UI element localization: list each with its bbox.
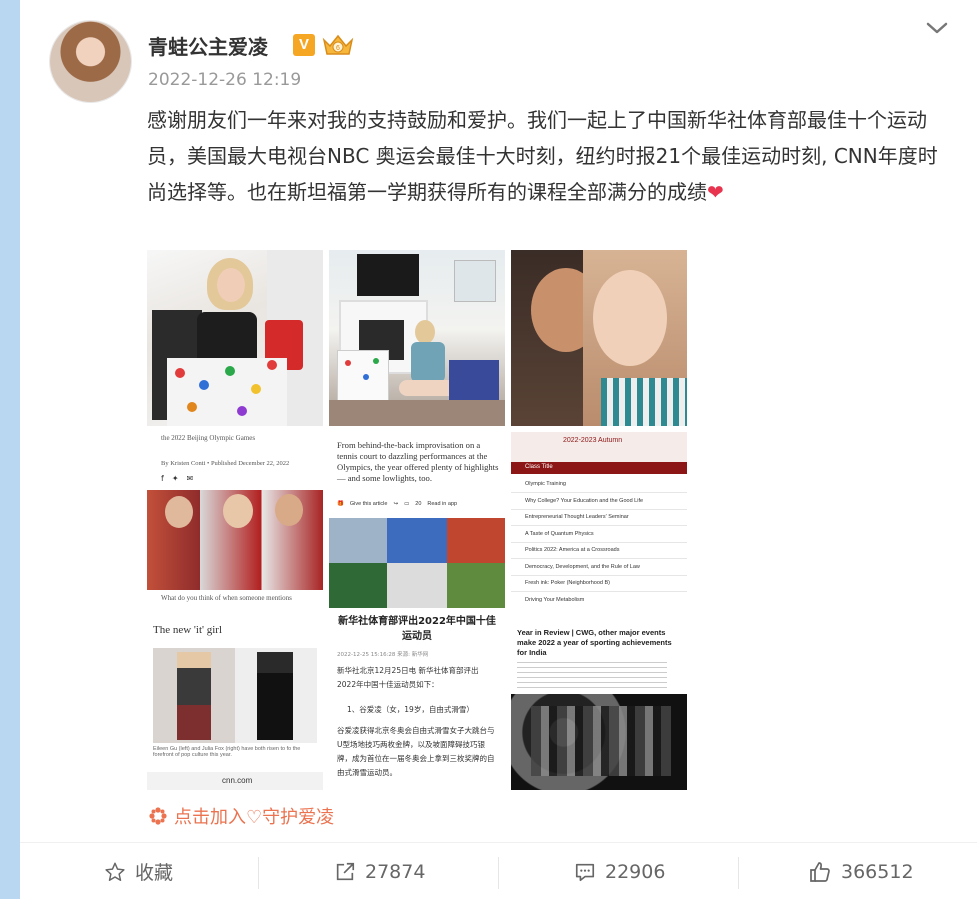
- post-timestamp[interactable]: 2022-12-26 12:19: [148, 70, 301, 90]
- cnn-heading: The new 'it' girl: [153, 624, 223, 636]
- twitter-icon[interactable]: ✦: [172, 474, 179, 483]
- xinhua-paragraph-2: 1、谷爱凌（女，19岁，自由式滑雪）: [347, 705, 474, 714]
- chevron-down-icon[interactable]: [925, 18, 949, 38]
- transcript-row-title: Democracy, Development, and the Rule of …: [525, 563, 640, 570]
- left-page-edge: [0, 0, 20, 899]
- like-count: 366512: [841, 860, 914, 883]
- action-divider: [258, 857, 259, 889]
- favorite-label: 收藏: [135, 862, 174, 884]
- action-divider: [498, 857, 499, 889]
- transcript-row-title: A Taste of Quantum Physics: [525, 530, 594, 537]
- share-icons: f ✦ ✉: [161, 474, 193, 483]
- comment-count: 22906: [605, 860, 666, 883]
- post-image-8[interactable]: 新华社体育部评出2022年中国十佳运动员 2022-12-25 15:16:28…: [329, 614, 505, 790]
- repost-button[interactable]: 27874: [334, 843, 425, 900]
- share-label[interactable]: Give this article: [350, 501, 388, 507]
- post-image-3[interactable]: [511, 250, 687, 426]
- transcript-row: Fresh ink: Poker (Neighborhood B): [511, 575, 687, 592]
- verified-icon: V: [293, 34, 315, 56]
- action-bar: 收藏 27874 22906 366512: [20, 842, 977, 900]
- xinhua-title: 新华社体育部评出2022年中国十佳运动员: [338, 616, 496, 642]
- article-snippet: the 2022 Beijing Olympic Games: [161, 434, 256, 442]
- facebook-icon[interactable]: f: [161, 474, 164, 483]
- favorite-button[interactable]: 收藏: [104, 843, 173, 900]
- xinhua-paragraph-1: 新华社北京12月25日电 新华社体育部评出2022年中国十佳运动员如下：: [337, 666, 479, 689]
- comment-count[interactable]: 20: [415, 501, 421, 507]
- repost-count: 27874: [365, 860, 426, 883]
- article-headline: From behind-the-back improvisation on a …: [337, 440, 499, 483]
- like-button[interactable]: 366512: [808, 843, 914, 900]
- post-text: 感谢朋友们一年来对我的支持鼓励和爱护。我们一起上了中国新华社体育部最佳十个运动员…: [147, 102, 952, 210]
- email-icon[interactable]: ✉: [187, 474, 194, 483]
- article-question: What do you think of when someone mentio…: [161, 594, 292, 602]
- article-byline: By Kristen Conti • Published December 22…: [161, 460, 290, 467]
- transcript-row: Democracy, Development, and the Rule of …: [511, 559, 687, 576]
- xinhua-meta: 2022-12-25 15:16:28 来源: 新华网: [337, 652, 429, 658]
- read-in-app-label[interactable]: Read in app: [427, 501, 457, 507]
- action-divider: [738, 857, 739, 889]
- transcript-row-title: Fresh ink: Poker (Neighborhood B): [525, 580, 610, 586]
- article-toolbar: 🎁 Give this article ↪ ▭ 20 Read in app: [337, 498, 499, 510]
- share-icon[interactable]: ↪: [393, 501, 398, 507]
- transcript-row-title: Olympic Training: [525, 481, 566, 487]
- transcript-term: 2022-2023 Autumn: [563, 437, 623, 444]
- post-image-6[interactable]: 2022-2023 Autumn Class Title Olympic Tra…: [511, 432, 687, 608]
- transcript-row: Entrepreneurial Thought Leaders' Seminar: [511, 509, 687, 526]
- post-image-7[interactable]: The new 'it' girl Eileen Gu (left) and J…: [147, 614, 323, 790]
- transcript-row-title: Why College? Your Education and the Good…: [525, 497, 644, 504]
- post-image-1[interactable]: [147, 250, 323, 426]
- post-image-4[interactable]: the 2022 Beijing Olympic Games By Kriste…: [147, 432, 323, 608]
- username[interactable]: 青蛙公主爱凌: [148, 31, 268, 60]
- avatar[interactable]: [50, 21, 131, 102]
- join-fan-group-link[interactable]: 点击加入♡守护爱凌: [148, 803, 334, 829]
- star-icon: [105, 862, 125, 881]
- cwg-headline: Year in Review | CWG, other major events…: [517, 628, 672, 657]
- heart-emoji-icon: ❤: [707, 180, 724, 204]
- browser-url[interactable]: cnn.com: [222, 776, 252, 785]
- cnn-caption: Eileen Gu (left) and Julia Fox (right) h…: [153, 746, 301, 758]
- bookmark-icon[interactable]: ▭: [404, 501, 409, 507]
- transcript-row-title: Driving Your Metabolism: [525, 596, 585, 603]
- svg-text:6: 6: [336, 45, 340, 52]
- transcript-row-title: Entrepreneurial Thought Leaders' Seminar: [525, 514, 629, 520]
- post-image-5[interactable]: From behind-the-back improvisation on a …: [329, 432, 505, 608]
- join-link-label[interactable]: 点击加入♡守护爱凌: [174, 803, 334, 829]
- comment-button[interactable]: 22906: [574, 843, 665, 900]
- repost-icon: [336, 862, 355, 880]
- transcript-row: A Taste of Quantum Physics: [511, 526, 687, 543]
- xinhua-paragraph-3: 谷爱凌获得北京冬奥会自由式滑雪女子大跳台与U型场地技巧两枚金牌，以及坡面障碍技巧…: [337, 726, 495, 777]
- level-crown-icon[interactable]: 6: [321, 30, 355, 58]
- transcript-row: Olympic Training: [511, 476, 687, 493]
- post-image-9[interactable]: Year in Review | CWG, other major events…: [511, 614, 687, 790]
- transcript-header: Class Title: [525, 464, 553, 470]
- gift-icon[interactable]: 🎁: [337, 501, 344, 507]
- transcript-row: Politics 2022: America at a Crossroads: [511, 542, 687, 559]
- transcript-row: Driving Your Metabolism: [511, 592, 687, 608]
- transcript-row: Why College? Your Education and the Good…: [511, 493, 687, 510]
- flower-icon: [149, 807, 167, 825]
- thumbs-up-icon: [810, 861, 830, 882]
- post-body-text: 感谢朋友们一年来对我的支持鼓励和爱护。我们一起上了中国新华社体育部最佳十个运动员…: [147, 108, 938, 204]
- transcript-row-title: Politics 2022: America at a Crossroads: [525, 547, 620, 553]
- comment-icon: [575, 863, 595, 881]
- post-image-2[interactable]: [329, 250, 505, 426]
